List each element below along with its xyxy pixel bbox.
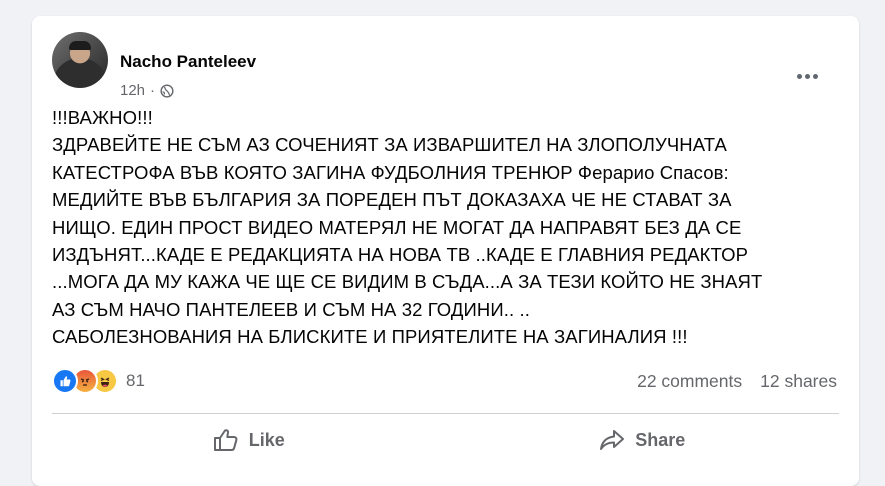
action-bar: Like Share bbox=[52, 418, 839, 462]
thumbs-up-icon bbox=[213, 429, 238, 451]
reaction-count[interactable]: 81 bbox=[126, 371, 145, 391]
share-label: Share bbox=[635, 429, 686, 450]
post-text-line: АЗ СЪМ НАЧО ПАНТЕЛЕЕВ И СЪМ НА 32 ГОДИНИ… bbox=[52, 298, 530, 320]
post-text: !!!ВАЖНО!!! ЗДРАВЕЙТЕ НЕ СЪМ АЗ СОЧЕНИЯТ… bbox=[52, 104, 842, 351]
post-header: Nacho Panteleev 12h · bbox=[52, 32, 839, 99]
share-button[interactable]: Share bbox=[446, 418, 840, 462]
post-text-line: МЕДИЙТЕ ВЪВ БЪЛГАРИЯ ЗА ПОРЕДЕН ПЪТ ДОКА… bbox=[52, 189, 732, 211]
post-card: Nacho Panteleev 12h · !!!ВАЖНО!!! ЗДРАВЕ… bbox=[32, 16, 859, 486]
share-icon bbox=[600, 430, 625, 450]
post-text-line: !!!ВАЖНО!!! bbox=[52, 107, 153, 128]
globe-icon bbox=[160, 83, 174, 98]
more-options-icon[interactable] bbox=[789, 64, 825, 88]
post-text-line: НИЩО. ЕДИН ПРОСТ ВИДЕО МАТЕРЯЛ НЕ МОГАТ … bbox=[52, 216, 742, 238]
post-text-line: ...МОГА ДА МУ КАЖА ЧЕ ЩЕ СЕ ВИДИМ В СЪДА… bbox=[52, 271, 763, 293]
meta-separator: · bbox=[150, 82, 156, 99]
avatar-hair bbox=[69, 41, 91, 50]
like-reaction-icon bbox=[52, 368, 78, 394]
engagement-counts: 22 comments 12 shares bbox=[637, 371, 837, 392]
post-text-line: ИЗДЪНЯТ...КАДЕ Е РЕДАКЦИЯТА НА НОВА ТВ .… bbox=[52, 244, 749, 266]
divider bbox=[52, 413, 839, 414]
post-meta: 12h · bbox=[120, 82, 174, 99]
post-text-line: САБОЛЕЗНОВАНИЯ НА БЛИСКИТЕ И ПРИЯТЕЛИТЕ … bbox=[52, 326, 688, 348]
post-text-line: ЗДРАВЕЙТЕ НЕ СЪМ АЗ СОЧЕНИЯТ ЗА ИЗВАРШИТ… bbox=[52, 134, 727, 156]
shares-count[interactable]: 12 shares bbox=[760, 371, 837, 392]
post-time[interactable]: 12h bbox=[120, 82, 145, 99]
like-label: Like bbox=[248, 429, 285, 450]
avatar[interactable] bbox=[52, 32, 108, 88]
author-name[interactable]: Nacho Panteleev bbox=[120, 52, 256, 72]
reaction-icons bbox=[52, 368, 118, 394]
post-text-line: КАТЕСТРОФА ВЪВ КОЯТО ЗАГИНА ФУДБОЛНИЯ ТР… bbox=[52, 161, 729, 183]
comments-count[interactable]: 22 comments bbox=[637, 371, 742, 392]
like-button[interactable]: Like bbox=[52, 418, 446, 462]
reactions-summary[interactable]: 81 bbox=[52, 368, 145, 394]
